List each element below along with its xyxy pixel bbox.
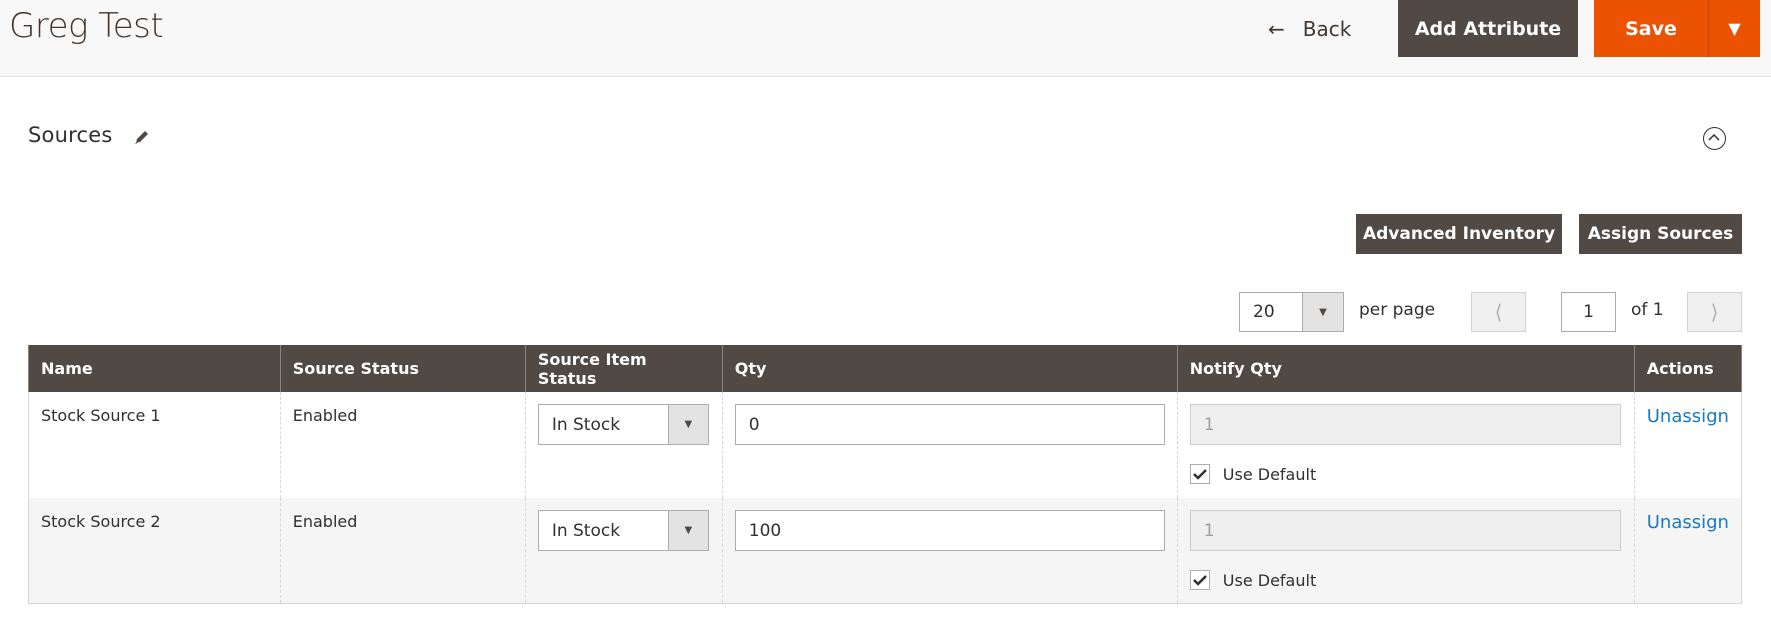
- source-item-status-select[interactable]: In Stock ▼: [537, 404, 709, 445]
- use-default-control: Use Default: [1189, 464, 1622, 484]
- column-header-source-item-status[interactable]: Source Item Status: [524, 345, 723, 392]
- pencil-icon[interactable]: [132, 127, 152, 147]
- item-status-cell: In Stock ▼: [524, 498, 723, 604]
- source-status: Enabled: [279, 498, 526, 604]
- use-default-checkbox[interactable]: [1189, 570, 1210, 590]
- notify-qty-cell: Use Default: [1176, 498, 1635, 604]
- next-page-button[interactable]: ⟩: [1687, 292, 1742, 332]
- item-status-cell: In Stock ▼: [524, 392, 723, 498]
- caret-down-icon: ▼: [1728, 19, 1741, 38]
- unassign-link[interactable]: Unassign: [1647, 512, 1729, 533]
- qty-input[interactable]: [734, 404, 1165, 445]
- page-header: Greg Test ← Back Add Attribute Save ▼: [0, 0, 1771, 77]
- actions-cell: Unassign: [1633, 498, 1743, 604]
- save-button[interactable]: Save: [1594, 0, 1708, 57]
- advanced-inventory-button[interactable]: Advanced Inventory: [1356, 214, 1562, 254]
- column-header-notify-qty[interactable]: Notify Qty: [1176, 345, 1635, 392]
- per-page-value: 20: [1253, 302, 1275, 322]
- sources-table: Name Source Status Source Item Status Qt…: [28, 345, 1743, 604]
- qty-input[interactable]: [734, 510, 1165, 551]
- column-header-name[interactable]: Name: [28, 345, 281, 392]
- qty-cell: [721, 498, 1178, 604]
- notify-qty-cell: Use Default: [1176, 392, 1635, 498]
- select-value: In Stock: [551, 414, 621, 435]
- source-name: Stock Source 2: [28, 498, 281, 604]
- notify-qty-input: [1189, 404, 1621, 445]
- checkmark-icon: [1192, 469, 1207, 480]
- qty-cell: [721, 392, 1178, 498]
- arrow-left-icon: ←: [1268, 17, 1285, 41]
- page-title: Greg Test: [9, 6, 164, 46]
- previous-page-button[interactable]: ⟨: [1471, 292, 1526, 332]
- use-default-checkbox[interactable]: [1189, 464, 1210, 484]
- select-value: In Stock: [551, 520, 621, 541]
- caret-down-icon[interactable]: ▼: [667, 511, 708, 550]
- column-header-actions: Actions: [1633, 345, 1743, 392]
- use-default-label: Use Default: [1222, 570, 1317, 590]
- table-row: Stock Source 1 Enabled In Stock ▼ Use De…: [28, 392, 1743, 498]
- actions-cell: Unassign: [1633, 392, 1743, 498]
- chevron-right-icon: ⟩: [1710, 300, 1719, 324]
- back-button[interactable]: ← Back: [1268, 12, 1351, 46]
- caret-down-icon[interactable]: ▼: [667, 405, 708, 444]
- use-default-label: Use Default: [1222, 464, 1317, 484]
- chevron-left-icon: ⟨: [1494, 300, 1503, 324]
- per-page-label: per page: [1359, 300, 1436, 320]
- use-default-control: Use Default: [1189, 570, 1622, 590]
- unassign-link[interactable]: Unassign: [1647, 406, 1729, 427]
- table-header-row: Name Source Status Source Item Status Qt…: [28, 345, 1743, 392]
- caret-down-icon[interactable]: ▼: [1302, 293, 1343, 331]
- save-split-button: Save ▼: [1594, 0, 1760, 57]
- add-attribute-button[interactable]: Add Attribute: [1398, 0, 1578, 57]
- source-item-status-select[interactable]: In Stock ▼: [537, 510, 709, 551]
- source-name: Stock Source 1: [28, 392, 281, 498]
- per-page-select[interactable]: 20 ▼: [1239, 292, 1344, 332]
- save-options-toggle[interactable]: ▼: [1709, 0, 1760, 57]
- column-header-qty[interactable]: Qty: [721, 345, 1178, 392]
- page-total-label: of 1: [1631, 300, 1664, 320]
- notify-qty-input: [1189, 510, 1621, 551]
- column-header-source-status[interactable]: Source Status: [279, 345, 526, 392]
- current-page-input[interactable]: [1561, 292, 1616, 332]
- back-label: Back: [1302, 17, 1352, 41]
- table-row: Stock Source 2 Enabled In Stock ▼ Use De…: [28, 498, 1743, 604]
- collapse-chevron-up-icon[interactable]: [1703, 127, 1726, 150]
- checkmark-icon: [1192, 575, 1207, 586]
- source-status: Enabled: [279, 392, 526, 498]
- assign-sources-button[interactable]: Assign Sources: [1579, 214, 1742, 254]
- section-title: Sources: [28, 123, 113, 147]
